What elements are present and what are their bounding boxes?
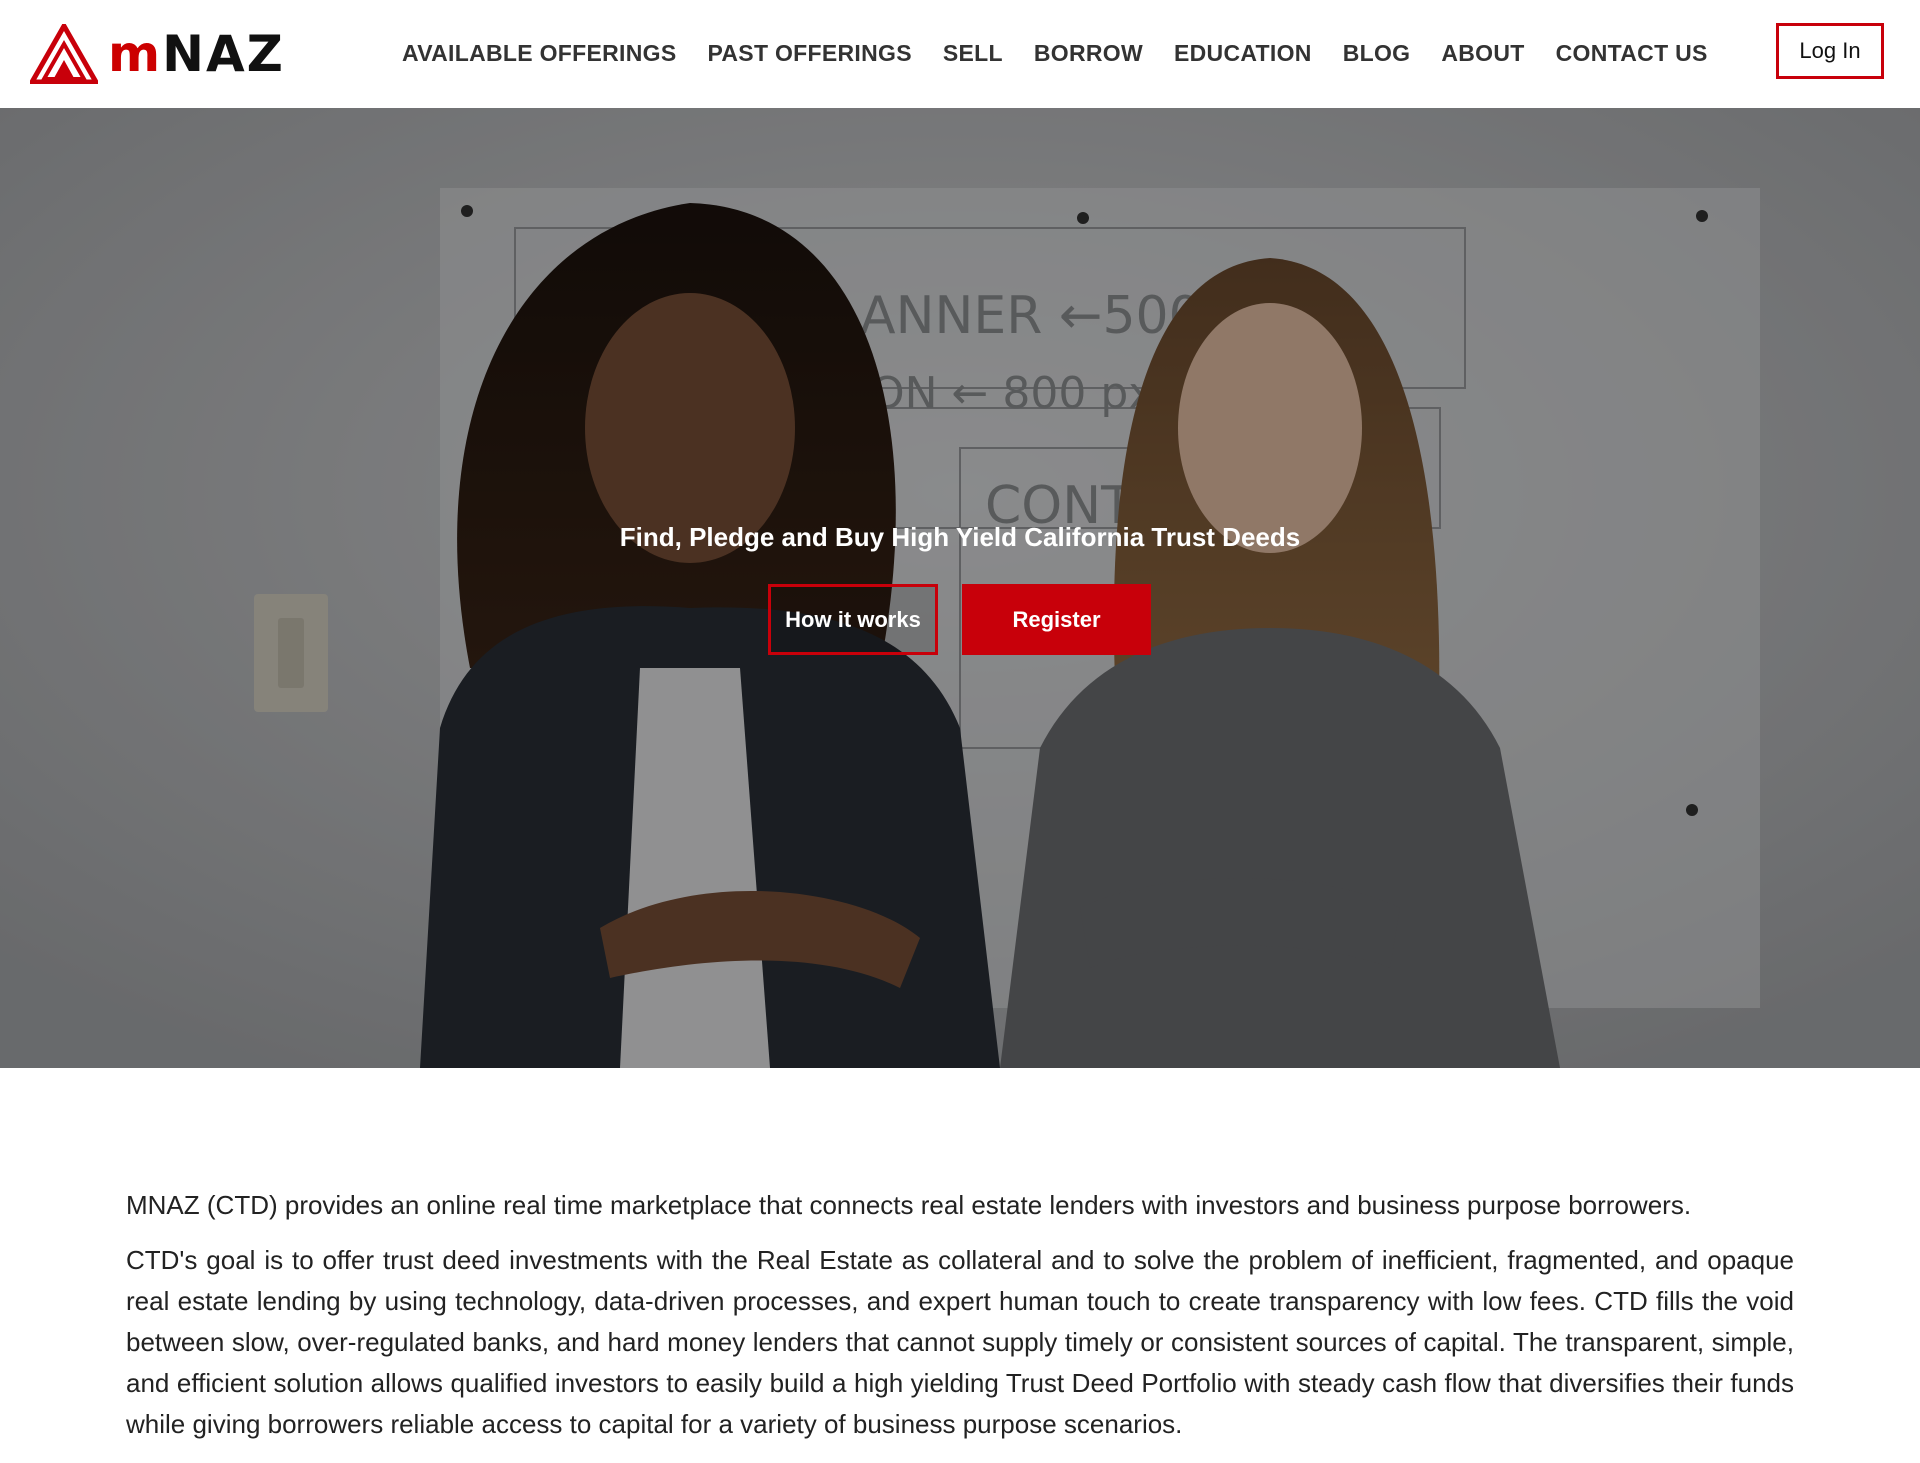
brand-wordmark: mNAZ xyxy=(108,25,285,83)
nav-past-offerings[interactable]: PAST OFFERINGS xyxy=(707,40,911,67)
nav-borrow[interactable]: BORROW xyxy=(1034,40,1143,67)
intro-paragraph: MNAZ (CTD) provides an online real time … xyxy=(126,1190,1692,1220)
how-it-works-button[interactable]: How it works xyxy=(768,584,938,655)
hero-title: Find, Pledge and Buy High Yield Californ… xyxy=(619,522,1301,552)
nav-blog[interactable]: BLOG xyxy=(1343,40,1411,67)
hero-overlay xyxy=(0,108,1920,1068)
site-header: mNAZ AVAILABLE OFFERINGS PAST OFFERINGS … xyxy=(0,0,1920,108)
register-button[interactable]: Register xyxy=(962,584,1151,655)
nav-sell[interactable]: SELL xyxy=(943,40,1003,67)
about-section: MNAZ (CTD) provides an online real time … xyxy=(126,1185,1794,1445)
main-nav: AVAILABLE OFFERINGS PAST OFFERINGS SELL … xyxy=(402,40,1708,67)
login-button[interactable]: Log In xyxy=(1776,23,1884,79)
logo-mountain-icon xyxy=(30,24,98,84)
body-paragraph: CTD's goal is to offer trust deed invest… xyxy=(126,1245,1794,1439)
nav-contact-us[interactable]: CONTACT US xyxy=(1556,40,1708,67)
nav-education[interactable]: EDUCATION xyxy=(1174,40,1312,67)
hero-banner: L ANNER ←500 ON ← 800 px CONTEN Find, Pl… xyxy=(0,108,1920,1068)
nav-available-offerings[interactable]: AVAILABLE OFFERINGS xyxy=(402,40,676,67)
nav-about[interactable]: ABOUT xyxy=(1441,40,1524,67)
brand-logo[interactable]: mNAZ xyxy=(30,24,285,84)
